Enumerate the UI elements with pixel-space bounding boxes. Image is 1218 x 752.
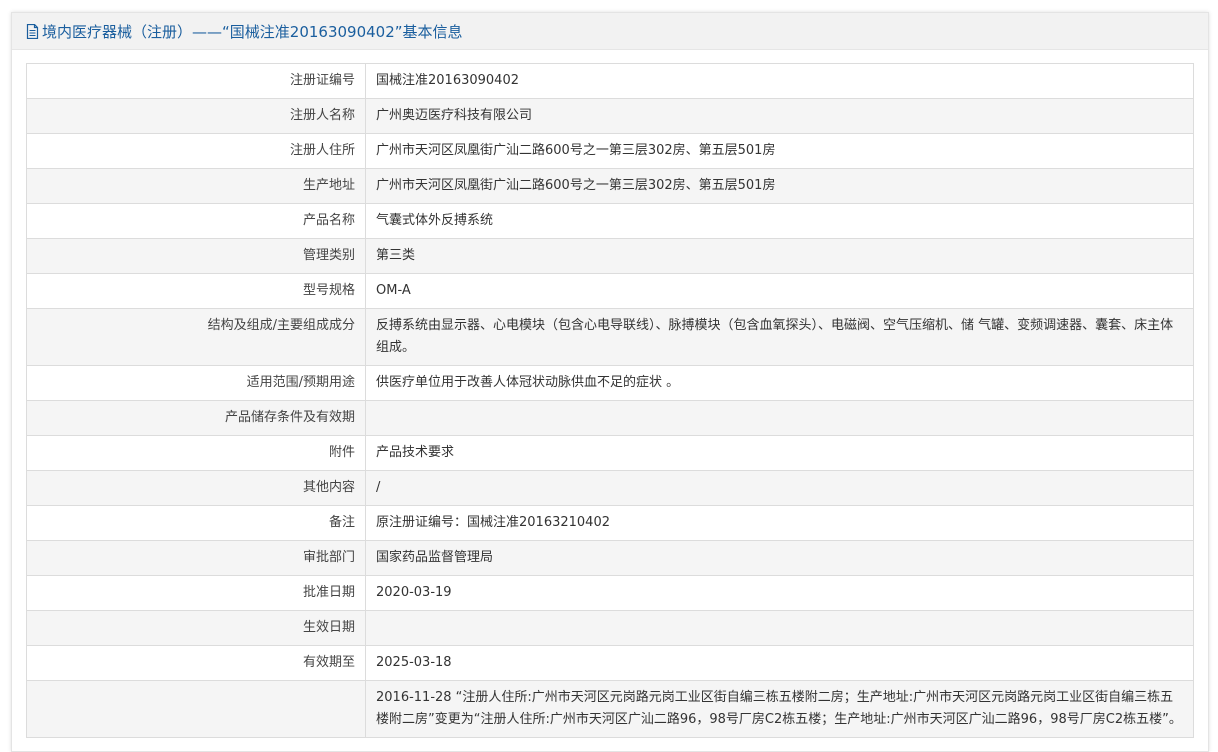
info-table-body: 注册证编号 国械注准20163090402 注册人名称 广州奥迈医疗科技有限公司 注册人… [26,63,1194,738]
row-label: 型号规格 [26,273,366,309]
table-row: 注册人名称 广州奥迈医疗科技有限公司 [26,98,1194,134]
row-label: 管理类别 [26,238,366,274]
row-label: 适用范围/预期用途 [26,365,366,401]
page-title: 境内医疗器械（注册）——“国械注准20163090402”基本信息 [42,22,463,41]
row-label: 注册证编号 [26,63,366,99]
row-label: 批准日期 [26,575,366,611]
row-label: 附件 [26,435,366,471]
row-value: 供医疗单位用于改善人体冠状动脉供血不足的症状 。 [365,365,1194,401]
table-row: 管理类别 第三类 [26,238,1194,274]
row-label: 其他内容 [26,470,366,506]
table-row: 生效日期 [26,610,1194,646]
row-value: 2025-03-18 [365,645,1194,681]
row-value: 国家药品监督管理局 [365,540,1194,576]
row-value: 国械注准20163090402 [365,63,1194,99]
row-label: 有效期至 [26,645,366,681]
row-value: 反搏系统由显示器、心电模块（包含心电导联线）、脉搏模块（包含血氧探头）、电磁阀、… [365,308,1194,366]
row-label: 结构及组成/主要组成成分 [26,308,366,366]
row-label: 审批部门 [26,540,366,576]
row-label: 备注 [26,505,366,541]
row-value: 2020-03-19 [365,575,1194,611]
row-value: 第三类 [365,238,1194,274]
table-row: 2016-11-28 “注册人住所:广州市天河区元岗路元岗工业区街自编三栋五楼附… [26,680,1194,738]
row-label: 产品储存条件及有效期 [26,400,366,436]
document-icon [26,23,39,39]
row-value [365,610,1194,646]
row-value [365,400,1194,436]
table-row: 结构及组成/主要组成成分 反搏系统由显示器、心电模块（包含心电导联线）、脉搏模块（… [26,308,1194,366]
table-row: 批准日期 2020-03-19 [26,575,1194,611]
panel-header: 境内医疗器械（注册）——“国械注准20163090402”基本信息 [12,13,1208,50]
row-label: 生效日期 [26,610,366,646]
table-row: 有效期至 2025-03-18 [26,645,1194,681]
row-value: / [365,470,1194,506]
table-row: 型号规格 OM-A [26,273,1194,309]
row-value: 广州奥迈医疗科技有限公司 [365,98,1194,134]
table-row: 注册人住所 广州市天河区凤凰街广汕二路600号之一第三层302房、第五层501房 [26,133,1194,169]
table-row: 审批部门 国家药品监督管理局 [26,540,1194,576]
row-value: 广州市天河区凤凰街广汕二路600号之一第三层302房、第五层501房 [365,133,1194,169]
row-value: 产品技术要求 [365,435,1194,471]
table-row: 其他内容 / [26,470,1194,506]
row-value: 2016-11-28 “注册人住所:广州市天河区元岗路元岗工业区街自编三栋五楼附… [365,680,1194,738]
table-row: 生产地址 广州市天河区凤凰街广汕二路600号之一第三层302房、第五层501房 [26,168,1194,204]
table-row: 备注 原注册证编号：国械注准20163210402 [26,505,1194,541]
table-row: 附件 产品技术要求 [26,435,1194,471]
row-label: 注册人名称 [26,98,366,134]
row-label: 注册人住所 [26,133,366,169]
row-value: 广州市天河区凤凰街广汕二路600号之一第三层302房、第五层501房 [365,168,1194,204]
row-label [26,680,366,738]
info-table: 注册证编号 国械注准20163090402 注册人名称 广州奥迈医疗科技有限公司 注册人… [26,63,1194,738]
row-value: 原注册证编号：国械注准20163210402 [365,505,1194,541]
table-row: 注册证编号 国械注准20163090402 [26,63,1194,99]
row-label: 产品名称 [26,203,366,239]
table-row: 产品名称 气囊式体外反搏系统 [26,203,1194,239]
row-label: 生产地址 [26,168,366,204]
row-value: OM-A [365,273,1194,309]
row-value: 气囊式体外反搏系统 [365,203,1194,239]
table-row: 适用范围/预期用途 供医疗单位用于改善人体冠状动脉供血不足的症状 。 [26,365,1194,401]
detail-panel: 境内医疗器械（注册）——“国械注准20163090402”基本信息 注册证编号国… [11,12,1209,752]
table-row: 产品储存条件及有效期 [26,400,1194,436]
